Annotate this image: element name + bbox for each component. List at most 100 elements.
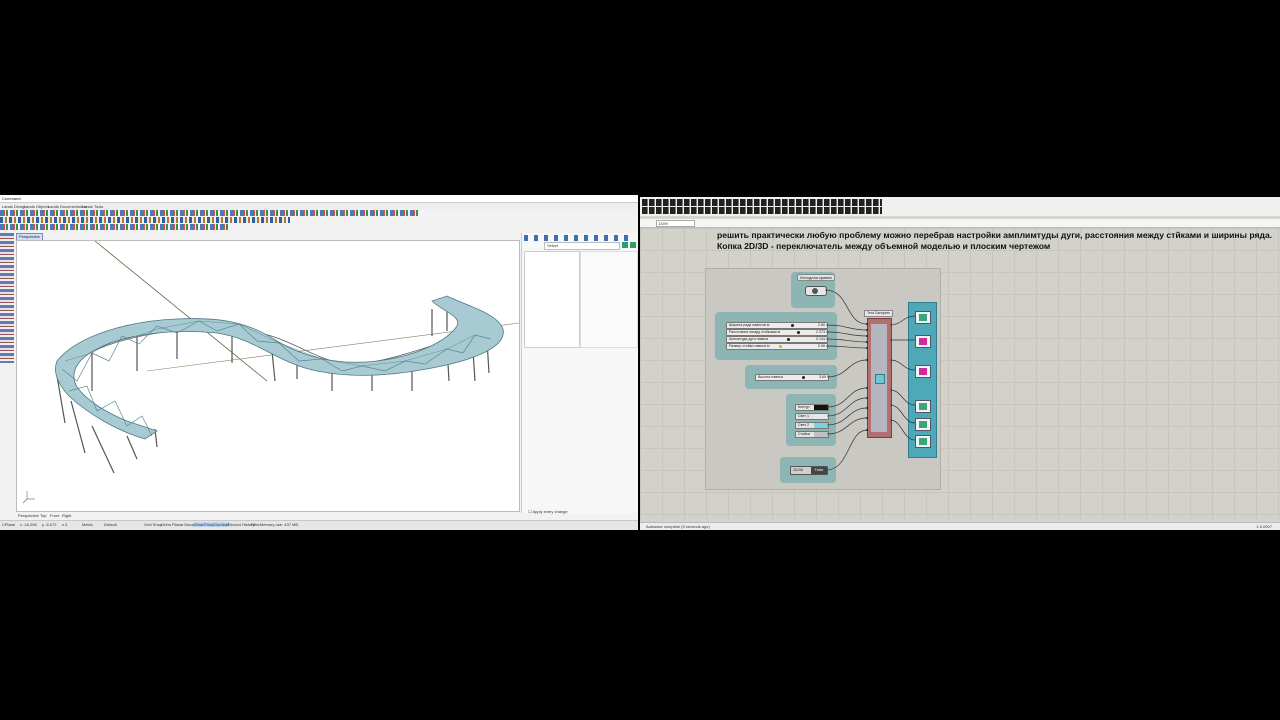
apply-every-change-label: Apply every change bbox=[532, 509, 568, 514]
menu-lands-design[interactable]: Lands Design bbox=[2, 204, 26, 209]
slider-post-spacing[interactable]: Расстояние между стойками м 2.373 bbox=[726, 329, 828, 336]
tutorial-caption: решить практически любую проблему можно … bbox=[717, 230, 1272, 252]
vp-tab-perspective[interactable]: Perspective bbox=[18, 513, 39, 518]
preview-icon bbox=[919, 403, 927, 410]
slider-canopy-height-value: 3.69 bbox=[819, 375, 826, 379]
preview-icon bbox=[919, 421, 927, 428]
color-outline-label: Контур bbox=[798, 405, 810, 409]
output-preview-3[interactable] bbox=[915, 365, 931, 378]
curve-param[interactable] bbox=[805, 286, 827, 296]
canopy-strip bbox=[55, 295, 504, 440]
panel-object-list[interactable] bbox=[524, 251, 580, 348]
vp-tab-front[interactable]: Front bbox=[50, 513, 59, 518]
color-light-1-swatch[interactable] bbox=[814, 414, 828, 419]
slider-canopy-height[interactable]: Высота навеса 3.69 bbox=[755, 374, 829, 381]
command-label: Command: bbox=[2, 196, 22, 201]
caption-line-2: Копка 2D/3D - переключатель между объемн… bbox=[717, 241, 1051, 251]
color-light-2-swatch[interactable] bbox=[814, 423, 828, 428]
gh-component-toolbar[interactable] bbox=[640, 197, 1280, 216]
slider-post-spacing-value: 2.373 bbox=[816, 330, 825, 334]
cluster-label[interactable]: Tent Canopies bbox=[864, 310, 893, 317]
menu-lands-objects[interactable]: Lands Objects bbox=[24, 204, 50, 209]
status-filter[interactable]: Filter bbox=[251, 522, 260, 527]
main-toolbar-row-1[interactable] bbox=[0, 210, 420, 216]
status-x: x -16.296 bbox=[20, 522, 37, 527]
caption-line-1: решить практически любую проблему можно … bbox=[717, 230, 1273, 240]
gh-canvas-toolbar: 134% bbox=[640, 219, 1280, 228]
curve-group-label[interactable]: Исходная кривая bbox=[797, 274, 835, 281]
slider-row-width-label: Ширина ряда навесов м bbox=[729, 323, 770, 327]
color-posts-label: Стойки bbox=[798, 432, 810, 436]
viewport-tabs: Perspective Top Front Right bbox=[16, 513, 518, 518]
status-gumball[interactable]: Gumball bbox=[214, 522, 229, 527]
panel-tab-icons[interactable] bbox=[524, 235, 634, 241]
axis-line-green bbox=[94, 240, 268, 382]
panel-green-icon[interactable] bbox=[622, 242, 628, 248]
curve-param-icon bbox=[812, 288, 818, 294]
left-toolbox[interactable] bbox=[0, 233, 14, 363]
color-light-1[interactable]: Свет 1 bbox=[795, 413, 829, 420]
toggle-2d-3d-label: 2D/3D bbox=[793, 468, 804, 472]
toggle-2d-3d[interactable]: 2D/3D False bbox=[790, 466, 828, 475]
output-preview-2[interactable] bbox=[915, 335, 931, 348]
slider-arc-amplitude[interactable]: Амплитуда дуги навеса 0.134 bbox=[726, 336, 828, 343]
slider-arc-amplitude-label: Амплитуда дуги навеса bbox=[729, 337, 769, 341]
output-preview-1[interactable] bbox=[915, 311, 931, 324]
panel-preview-list[interactable] bbox=[580, 251, 638, 348]
status-grid-snap[interactable]: Grid Snap bbox=[144, 522, 162, 527]
status-units: Metric bbox=[82, 522, 93, 527]
preview-icon bbox=[919, 438, 927, 445]
vp-tab-right[interactable]: Right bbox=[62, 513, 71, 518]
main-toolbar-row-3[interactable] bbox=[0, 224, 230, 230]
slider-post-size-knob[interactable] bbox=[779, 345, 782, 348]
status-layer[interactable]: Default bbox=[104, 522, 117, 527]
status-z: z 0 bbox=[62, 522, 68, 527]
gh-version: 1.0.0007 bbox=[1256, 524, 1272, 529]
slider-post-size-label: Размер стойки навеса м bbox=[729, 344, 770, 348]
status-cplane: CPlane bbox=[2, 522, 16, 527]
slider-row-width[interactable]: Ширина ряда навесов м 2.80 bbox=[726, 322, 828, 329]
command-line[interactable]: Command: bbox=[0, 195, 638, 203]
slider-arc-amplitude-value: 0.134 bbox=[816, 337, 825, 341]
status-planar[interactable]: Planar bbox=[172, 522, 184, 527]
slider-post-spacing-knob[interactable] bbox=[797, 331, 800, 334]
color-posts-swatch[interactable] bbox=[814, 432, 828, 437]
slider-row-width-value: 2.80 bbox=[818, 323, 825, 327]
canopy-model-svg bbox=[22, 240, 520, 504]
perspective-viewport[interactable] bbox=[16, 240, 520, 512]
color-outline-swatch[interactable] bbox=[814, 405, 828, 410]
vp-tab-top[interactable]: Top bbox=[40, 513, 46, 518]
output-preview-4[interactable] bbox=[915, 400, 931, 413]
colors-group[interactable] bbox=[786, 394, 836, 446]
status-memory: Memory use: 437 MB bbox=[260, 522, 299, 527]
rhino-window: Command: Lands Design Lands Objects Land… bbox=[0, 195, 638, 530]
menu-lands-tools[interactable]: Lands Tools bbox=[82, 204, 103, 209]
output-preview-6[interactable] bbox=[915, 435, 931, 448]
gh-status-bar: Autosave complete (5 seconds ago) 1.0.00… bbox=[640, 522, 1280, 530]
status-ortho[interactable]: Ortho bbox=[161, 522, 171, 527]
status-smarttrack[interactable]: SmartTrack bbox=[194, 522, 215, 527]
properties-panel: Select ☐ Apply every change bbox=[521, 233, 638, 514]
lands-menubar: Lands Design Lands Objects Lands Documen… bbox=[0, 203, 638, 209]
slider-row-width-knob[interactable] bbox=[791, 324, 794, 327]
canopy-cluster-component[interactable] bbox=[867, 318, 892, 438]
zoom-level-field[interactable]: 134% bbox=[656, 220, 695, 227]
slider-canopy-height-label: Высота навеса bbox=[758, 375, 783, 379]
main-toolbar-row-2[interactable] bbox=[0, 217, 290, 223]
color-posts[interactable]: Стойки bbox=[795, 431, 829, 438]
gh-toolbar-row-2[interactable] bbox=[642, 207, 882, 214]
output-preview-5[interactable] bbox=[915, 418, 931, 431]
axis-gizmo bbox=[22, 491, 35, 504]
panel-green-icon-2[interactable] bbox=[630, 242, 636, 248]
color-outline[interactable]: Контур bbox=[795, 404, 829, 411]
gh-toolbar-row-1[interactable] bbox=[642, 199, 882, 206]
slider-post-size[interactable]: Размер стойки навеса м 0.06 bbox=[726, 343, 828, 350]
panel-select-dropdown[interactable]: Select bbox=[544, 242, 620, 250]
color-light-2[interactable]: Свет 2 bbox=[795, 422, 829, 429]
autosave-status: Autosave complete (5 seconds ago) bbox=[646, 524, 710, 529]
apply-every-change-checkbox[interactable]: ☐ Apply every change bbox=[528, 509, 568, 514]
slider-post-spacing-label: Расстояние между стойками м bbox=[729, 330, 781, 334]
slider-canopy-height-knob[interactable] bbox=[802, 376, 805, 379]
toggle-2d-3d-value[interactable]: False bbox=[811, 467, 827, 474]
slider-arc-amplitude-knob[interactable] bbox=[787, 338, 790, 341]
